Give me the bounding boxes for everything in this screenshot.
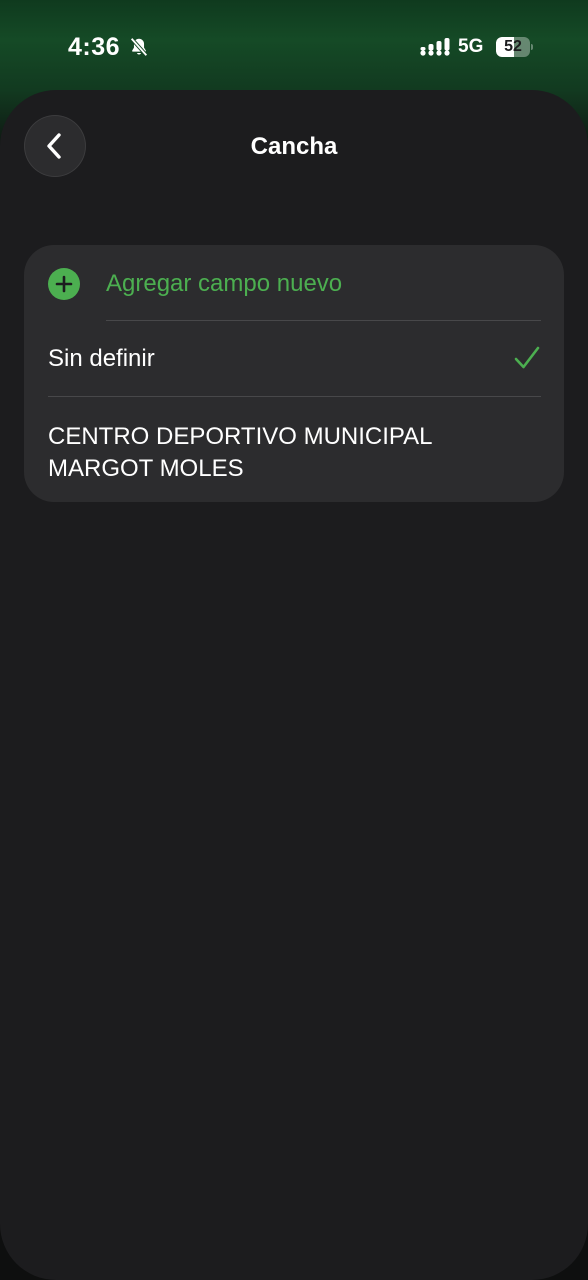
list-item-label: CENTRO DEPORTIVO MUNICIPAL MARGOT MOLES — [48, 423, 432, 482]
battery-body: 52 — [496, 37, 530, 57]
status-time: 4:36 — [68, 33, 121, 61]
page-title: Cancha — [250, 133, 338, 160]
list-item-sin-definir[interactable]: Sin definir — [24, 321, 564, 397]
field-list: Agregar campo nuevo Sin definir CENTRO D… — [24, 245, 564, 502]
app-screen: 4:36 5G 52 Cancha Agregar campo nuevo Si… — [0, 0, 588, 1280]
battery-level: 52 — [504, 38, 522, 55]
plus-circle-icon — [48, 268, 80, 300]
add-field-row[interactable]: Agregar campo nuevo — [24, 245, 564, 321]
checkmark-icon — [514, 346, 540, 369]
battery-indicator: 52 — [496, 37, 533, 57]
add-field-label: Agregar campo nuevo — [106, 270, 343, 297]
battery-tip — [531, 44, 533, 50]
list-item-label: Sin definir — [48, 345, 155, 372]
status-bar: 4:36 5G 52 — [0, 0, 588, 90]
bell-slash-icon — [130, 37, 148, 57]
network-label: 5G — [458, 36, 484, 57]
signal-icon — [420, 38, 450, 56]
list-item-centro-deportivo[interactable]: CENTRO DEPORTIVO MUNICIPAL MARGOT MOLES — [24, 397, 564, 502]
